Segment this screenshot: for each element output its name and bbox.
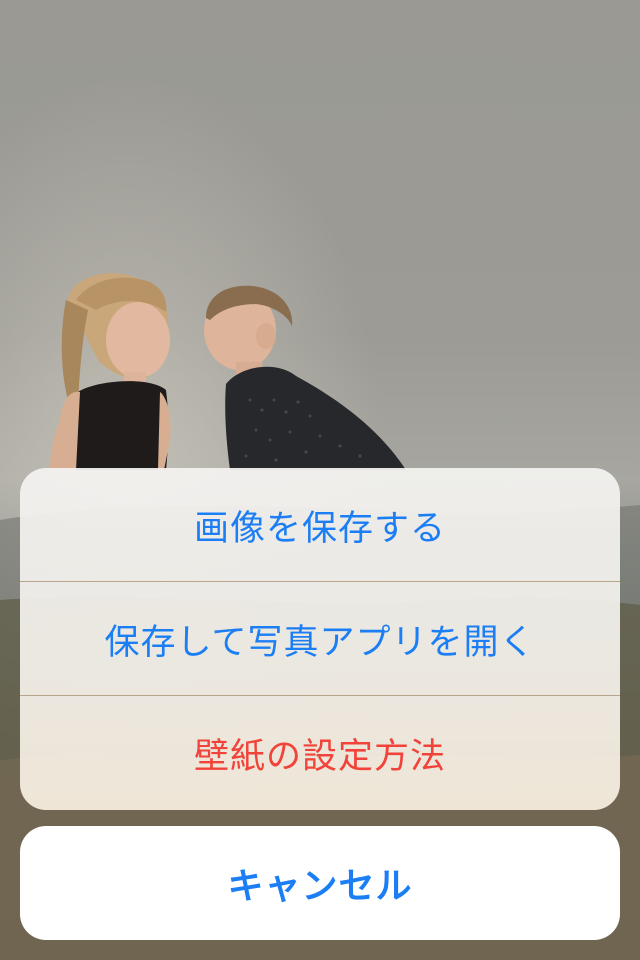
save-and-open-photos-button[interactable]: 保存して写真アプリを開く — [20, 582, 620, 696]
save-image-button[interactable]: 画像を保存する — [20, 468, 620, 582]
wallpaper-howto-button[interactable]: 壁紙の設定方法 — [20, 696, 620, 810]
action-sheet: 画像を保存する 保存して写真アプリを開く 壁紙の設定方法 — [20, 468, 620, 810]
cancel-button[interactable]: キャンセル — [20, 826, 620, 940]
